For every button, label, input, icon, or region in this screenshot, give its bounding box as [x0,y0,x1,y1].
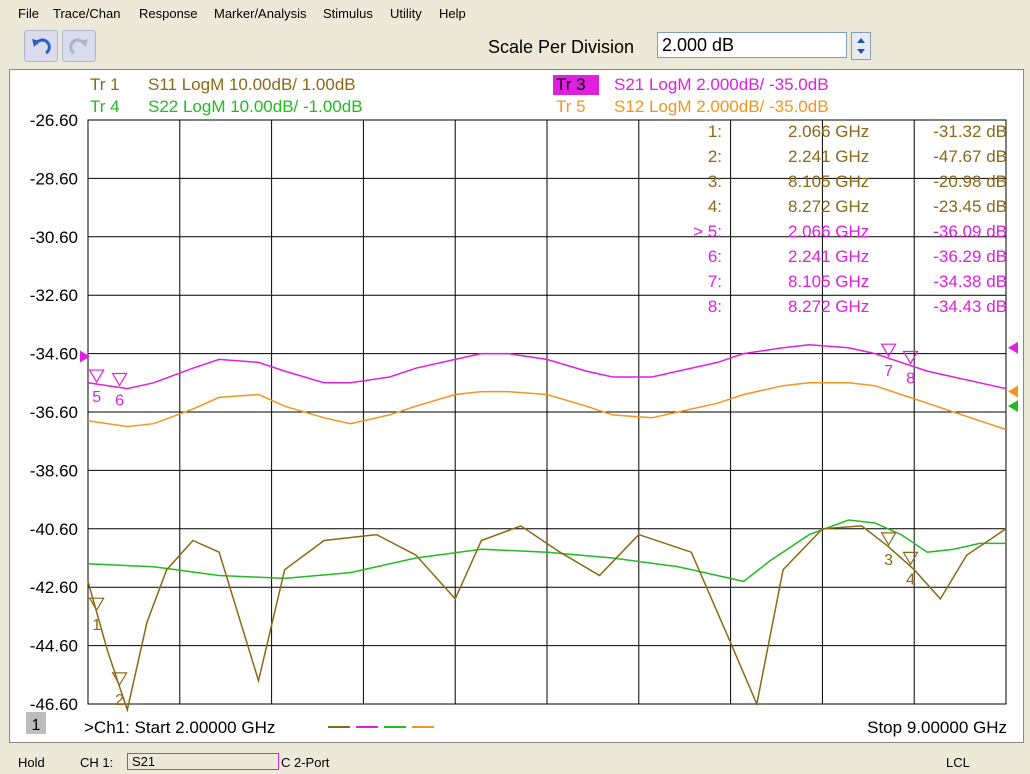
undo-icon [32,38,51,55]
y-tick-label: -46.60 [30,695,78,714]
marker-5-id: > 5: [693,222,722,241]
vna-window: File Trace/Chan Response Marker/Analysis… [0,0,1030,774]
marker-8-label: 8 [906,371,915,388]
reference-arrow-icon [1008,341,1018,354]
status-lcl: LCL [946,755,970,770]
spinner-arrows-icon [857,38,865,54]
scale-per-division-label: Scale Per Division [488,37,635,57]
scale-spinner[interactable] [851,32,871,60]
status-active-trace[interactable]: S21 [127,753,279,770]
menu-response[interactable]: Response [139,6,198,21]
scale-per-division-input[interactable] [657,32,847,58]
y-tick-label: -36.60 [30,403,78,422]
menu-stimulus[interactable]: Stimulus [323,6,373,21]
marker-1-value: -31.32 dB [933,122,1007,141]
y-tick-label: -28.60 [30,169,78,188]
redo-icon [69,38,88,55]
y-tick-label: -34.60 [30,345,78,364]
y-tick-label: -26.60 [30,111,78,130]
measurement-display[interactable]: -26.60 -28.60 -30.60 -32.60 -34.60 -36.60 -38.… [9,69,1024,743]
marker-5-label: 5 [92,389,101,406]
trace-3-label: Tr 3 [556,75,586,94]
marker-7-id: 7: [708,272,722,291]
marker-7-freq: 8.105 GHz [788,272,869,291]
trace-1-label: Tr 1 [90,75,120,94]
trace-4-label: Tr 4 [90,97,120,116]
marker-6-freq: 2.241 GHz [788,247,869,266]
reference-arrow-icon [1008,400,1018,413]
y-tick-label: -42.60 [30,578,78,597]
marker-6-id: 6: [708,247,722,266]
marker-3-label: 3 [884,552,893,569]
marker-1-freq: 2.066 GHz [788,122,869,141]
marker-1-label: 1 [92,617,101,634]
marker-4-freq: 8.272 GHz [788,197,869,216]
status-bar: Hold CH 1: S21 C 2-Port LCL [0,750,1030,774]
marker-8-id: 8: [708,297,722,316]
trace-4-desc: S22 LogM 10.00dB/ -1.00dB [148,97,363,116]
marker-3-id: 3: [708,172,722,191]
marker-2-label: 2 [115,692,124,709]
trace-5-label: Tr 5 [556,97,586,116]
marker-4-value: -23.45 dB [933,197,1007,216]
marker-6-value: -36.29 dB [933,247,1007,266]
marker-4-id: 4: [708,197,722,216]
undo-button[interactable] [24,30,58,62]
redo-button[interactable] [62,30,96,62]
marker-7-value: -34.38 dB [933,272,1007,291]
y-tick-label: -30.60 [30,228,78,247]
y-tick-label: -44.60 [30,637,78,656]
marker-5-value: -36.09 dB [933,222,1007,241]
status-calibration: C 2-Port [281,755,330,770]
trace-1-desc: S11 LogM 10.00dB/ 1.00dB [148,75,356,94]
marker-5-freq: 2.066 GHz [788,222,869,241]
marker-7-label: 7 [884,363,893,380]
marker-8-freq: 8.272 GHz [788,297,869,316]
menu-file[interactable]: File [18,6,39,21]
trace-3-desc: S21 LogM 2.000dB/ -35.0dB [614,75,829,94]
marker-3-value: -20.98 dB [933,172,1007,191]
trace-5-desc: S12 LogM 2.000dB/ -35.0dB [614,97,829,116]
marker-2-freq: 2.241 GHz [788,147,869,166]
marker-3-freq: 8.105 GHz [788,172,869,191]
toolbar: Scale Per Division [0,28,1030,66]
plot-canvas: -26.60 -28.60 -30.60 -32.60 -34.60 -36.60 -38.… [26,75,1018,737]
menu-trace-chan[interactable]: Trace/Chan [53,6,120,21]
reference-arrow-icon [1008,385,1018,398]
menu-marker-analysis[interactable]: Marker/Analysis [214,6,306,21]
menu-bar: File Trace/Chan Response Marker/Analysis… [0,0,1030,28]
menu-help[interactable]: Help [439,6,466,21]
status-hold: Hold [18,755,45,770]
channel-number: 1 [32,717,41,734]
marker-8-value: -34.43 dB [933,297,1007,316]
stop-frequency-label: Stop 9.00000 GHz [867,718,1007,737]
marker-2-id: 2: [708,147,722,166]
marker-6-label: 6 [115,392,124,409]
y-tick-label: -40.60 [30,520,78,539]
menu-utility[interactable]: Utility [390,6,422,21]
start-frequency-label: >Ch1: Start 2.00000 GHz [84,718,275,737]
marker-1-id: 1: [708,122,722,141]
marker-2-value: -47.67 dB [933,147,1007,166]
status-channel: CH 1: [80,755,114,770]
marker-4-label: 4 [906,571,915,588]
y-tick-label: -38.60 [30,461,78,480]
y-tick-label: -32.60 [30,286,78,305]
